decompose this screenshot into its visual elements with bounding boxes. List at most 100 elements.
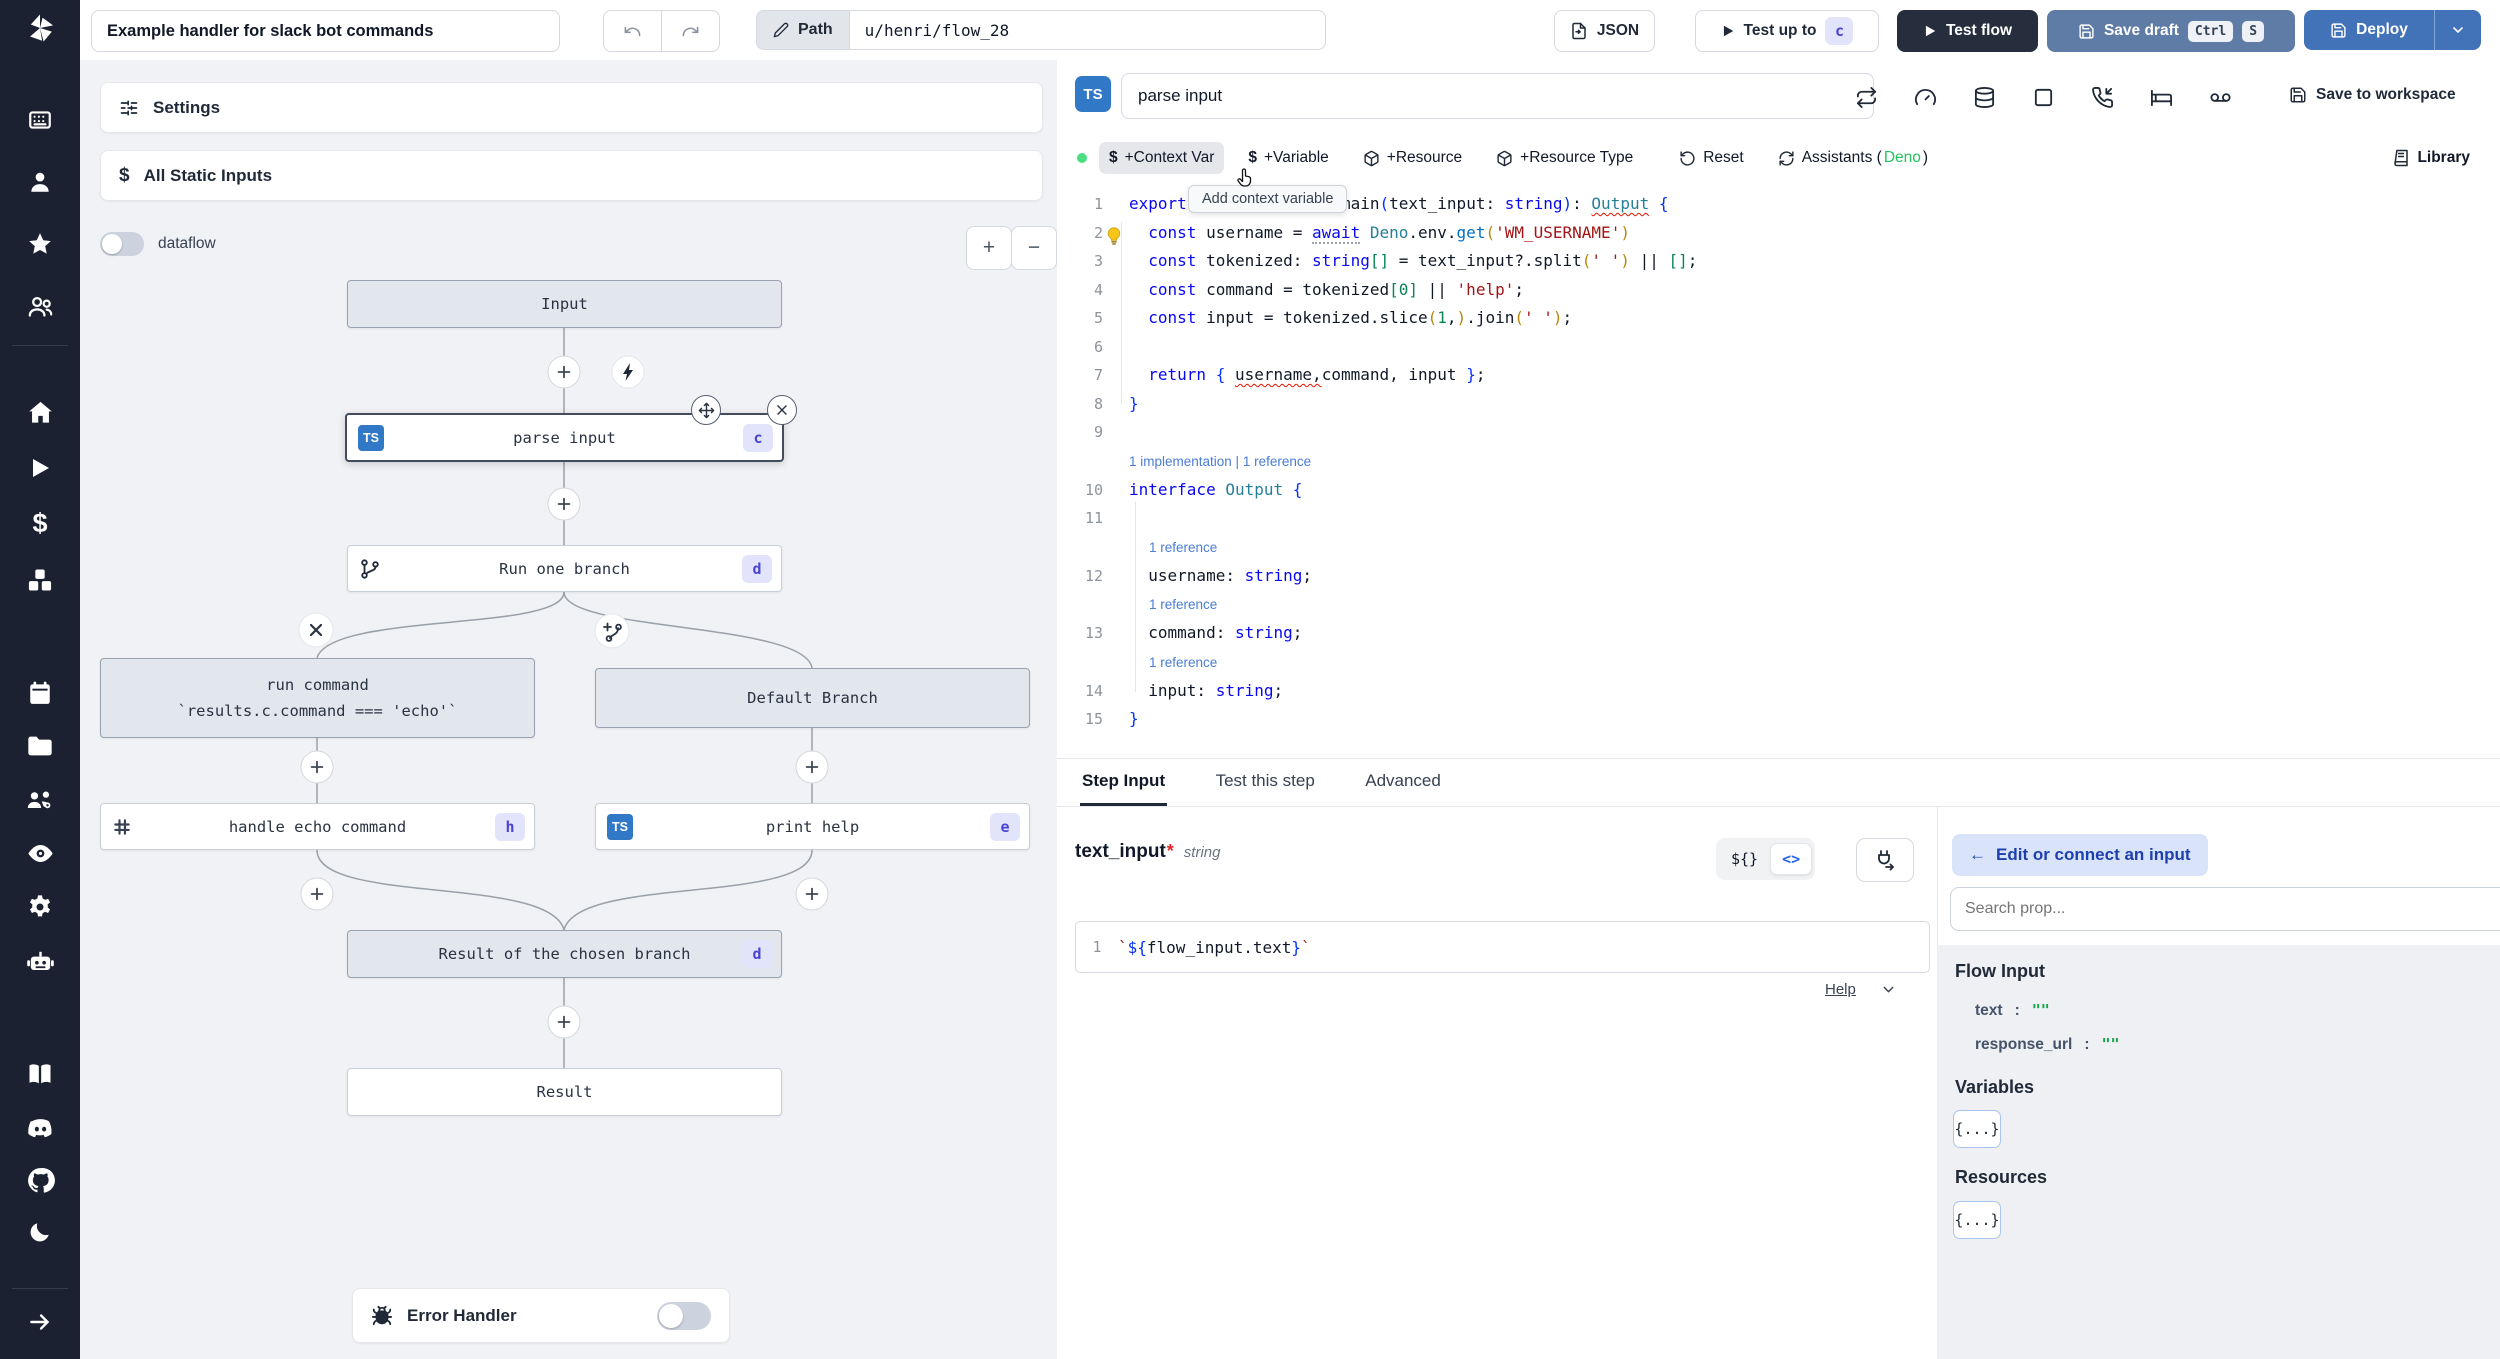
windmill-logo[interactable] <box>0 8 80 48</box>
flow-node-result[interactable]: Result <box>347 1068 782 1116</box>
library-button[interactable]: Library <box>2382 142 2480 174</box>
undo-button[interactable] <box>603 10 662 52</box>
schedules-calendar-icon[interactable] <box>0 673 80 713</box>
lightbulb-icon[interactable] <box>1104 226 1124 246</box>
variables-dollar-icon[interactable]: $ <box>0 503 80 543</box>
tab-advanced[interactable]: Advanced <box>1363 759 1443 803</box>
flow-node-default-branch[interactable]: Default Branch <box>595 668 1030 728</box>
flow-node-input[interactable]: Input <box>347 280 782 328</box>
save-to-workspace-button[interactable]: Save to workspace <box>2289 86 2456 104</box>
test-up-to-button[interactable]: Test up to c <box>1695 10 1879 52</box>
redo-button[interactable] <box>661 10 720 52</box>
early-stop-gauge-icon[interactable] <box>1914 86 1937 109</box>
flow-node-handle-echo-command[interactable]: handle echo command h <box>100 803 535 850</box>
groups-icon[interactable] <box>0 779 80 819</box>
code-line[interactable]: 9 <box>1057 418 2500 447</box>
code-line[interactable]: 2 const username = await Deno.env.get('W… <box>1057 219 2500 248</box>
step-name-input[interactable]: parse input <box>1121 73 1874 119</box>
concurrency-square-icon[interactable] <box>2032 86 2055 109</box>
prop-row-text[interactable]: text : "" <box>1975 1001 2050 1020</box>
add-step-button[interactable] <box>547 355 581 389</box>
home-icon[interactable] <box>0 392 80 432</box>
add-context-var-button[interactable]: $ +Context Var <box>1099 142 1225 174</box>
trigger-bolt-button[interactable] <box>611 355 645 389</box>
runs-play-icon[interactable] <box>0 448 80 488</box>
add-branch-button[interactable] <box>594 613 630 649</box>
code-line[interactable]: 7 return { username,command, input }; <box>1057 361 2500 390</box>
resources-boxes-icon[interactable] <box>0 560 80 600</box>
search-prop-input[interactable] <box>1950 887 2500 931</box>
add-step-button[interactable] <box>300 750 334 784</box>
add-step-button[interactable] <box>795 750 829 784</box>
edit-or-connect-button[interactable]: ← Edit or connect an input <box>1952 834 2208 876</box>
save-draft-button[interactable]: Save draft Ctrl S <box>2047 10 2295 52</box>
flow-node-run-one-branch[interactable]: Run one branch d <box>347 545 782 592</box>
path-chip[interactable]: Path <box>756 10 849 50</box>
error-handler-toggle[interactable] <box>657 1301 711 1330</box>
add-step-button[interactable] <box>795 877 829 911</box>
add-step-button[interactable] <box>547 487 581 521</box>
code-line[interactable]: 10 interface Output { <box>1057 476 2500 505</box>
code-line[interactable]: 12 username: string; <box>1057 562 2500 591</box>
folders-icon[interactable] <box>0 726 80 766</box>
docs-book-icon[interactable] <box>0 1054 80 1094</box>
connect-input-button[interactable] <box>1856 838 1914 882</box>
code-lens-link[interactable]: 1 reference <box>1057 590 2500 619</box>
delete-step-button[interactable] <box>767 395 797 425</box>
flow-title-input[interactable]: Example handler for slack bot commands <box>91 10 560 52</box>
dark-mode-moon-icon[interactable] <box>0 1212 80 1252</box>
expand-sidebar-arrow-icon[interactable] <box>0 1302 80 1342</box>
code-line[interactable]: 3 const tokenized: string[] = text_input… <box>1057 247 2500 276</box>
github-icon[interactable] <box>0 1160 80 1200</box>
prop-row-response-url[interactable]: response_url : "" <box>1975 1035 2120 1054</box>
code-lens-link[interactable]: 1 implementation | 1 reference <box>1057 447 2500 476</box>
cache-database-icon[interactable] <box>1973 86 1996 109</box>
code-lens-link[interactable]: 1 reference <box>1057 533 2500 562</box>
add-step-button[interactable] <box>547 1005 581 1039</box>
tab-step-input[interactable]: Step Input <box>1080 759 1168 806</box>
error-handler-row[interactable]: Error Handler <box>352 1288 730 1343</box>
move-step-button[interactable] <box>691 395 721 425</box>
deploy-dropdown-button[interactable] <box>2435 22 2481 38</box>
settings-gear-icon[interactable] <box>0 887 80 927</box>
test-flow-button[interactable]: Test flow <box>1897 10 2038 52</box>
resources-expand-chip[interactable]: {...} <box>1953 1201 2001 1239</box>
path-input[interactable]: u/henri/flow_28 <box>848 10 1326 50</box>
chevron-down-icon[interactable] <box>1880 981 1897 998</box>
add-step-button[interactable] <box>300 877 334 911</box>
code-lens-link[interactable]: 1 reference <box>1057 648 2500 677</box>
sleep-bed-icon[interactable] <box>2150 86 2173 109</box>
retries-icon[interactable] <box>1855 86 1878 109</box>
deploy-button[interactable]: Deploy <box>2304 21 2434 39</box>
code-line[interactable]: 8} <box>1057 390 2500 419</box>
apps-icon[interactable] <box>0 100 80 140</box>
code-editor[interactable]: 1export async function main(text_input: … <box>1057 190 2500 734</box>
code-line[interactable]: 13 command: string; <box>1057 619 2500 648</box>
reset-button[interactable]: Reset <box>1669 142 1754 174</box>
variables-expand-chip[interactable]: {...} <box>1953 1110 2001 1148</box>
code-line[interactable]: 11 <box>1057 504 2500 533</box>
discord-icon[interactable] <box>0 1108 80 1148</box>
flow-node-branch-result[interactable]: Result of the chosen branch d <box>347 930 782 978</box>
favorites-star-icon[interactable] <box>0 224 80 264</box>
code-line[interactable]: 14 input: string; <box>1057 677 2500 706</box>
add-resource-type-button[interactable]: +Resource Type <box>1486 142 1643 174</box>
code-line[interactable]: 15} <box>1057 705 2500 734</box>
user-icon[interactable] <box>0 162 80 202</box>
add-resource-button[interactable]: +Resource <box>1353 142 1472 174</box>
workers-robot-icon[interactable] <box>0 941 80 981</box>
mock-voicemail-icon[interactable] <box>2209 86 2232 109</box>
code-line[interactable]: 6 <box>1057 333 2500 362</box>
code-line[interactable]: 5 const input = tokenized.slice(1,).join… <box>1057 304 2500 333</box>
field-expression-editor[interactable]: 1 `${flow_input.text}` <box>1075 921 1930 973</box>
expr-mode-button[interactable]: ${} <box>1719 850 1770 868</box>
audit-eye-icon[interactable] <box>0 833 80 873</box>
tab-test-this-step[interactable]: Test this step <box>1214 759 1317 803</box>
flow-node-parse-input[interactable]: TS parse input c <box>345 413 784 462</box>
users-icon[interactable] <box>0 286 80 326</box>
flow-node-print-help[interactable]: TS print help e <box>595 803 1030 850</box>
suspend-phone-icon[interactable] <box>2091 86 2114 109</box>
help-link[interactable]: Help <box>1825 981 1856 998</box>
code-mode-button[interactable]: <> <box>1770 843 1813 875</box>
remove-branch-button[interactable] <box>298 612 334 648</box>
